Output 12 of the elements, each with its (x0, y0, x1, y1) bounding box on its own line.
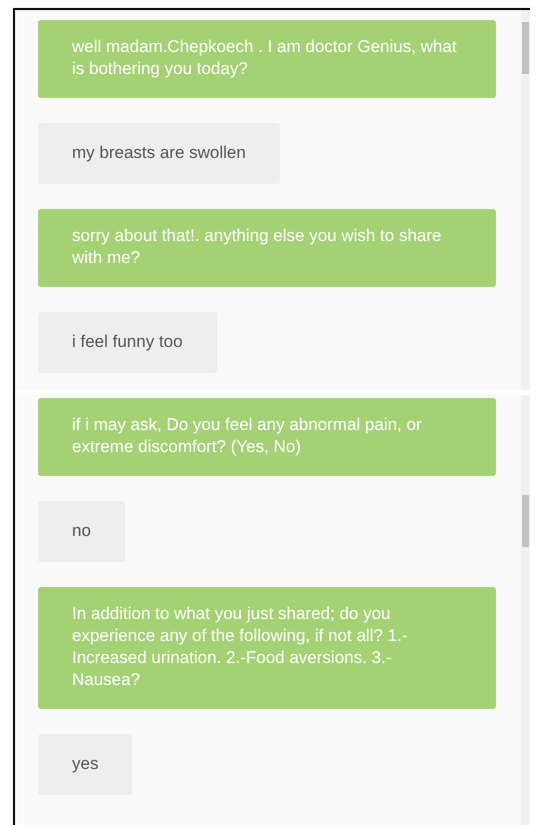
scrollbar[interactable] (521, 395, 530, 825)
patient-message: i feel funny too (38, 312, 217, 373)
scroll-thumb[interactable] (522, 495, 529, 547)
doctor-message: well madam.Chepkoech . I am doctor Genius, what is bothering you today? (38, 20, 496, 98)
doctor-message: if i may ask, Do you feel any abnormal pain, or extreme discomfort? (Yes, No) (38, 398, 496, 476)
patient-message: my breasts are swollen (38, 123, 280, 184)
patient-message: yes (38, 734, 132, 795)
doctor-message: In addition to what you just shared; do you experience any of the following, if not all? 1.- Increased urination. 2.-Food aversions. 3.- Nausea? (38, 587, 496, 709)
doctor-message: sorry about that!. anything else you wish to share with me? (38, 209, 496, 287)
patient-message: no (38, 501, 125, 562)
scroll-thumb[interactable] (522, 22, 529, 74)
scrollbar[interactable] (521, 10, 530, 390)
